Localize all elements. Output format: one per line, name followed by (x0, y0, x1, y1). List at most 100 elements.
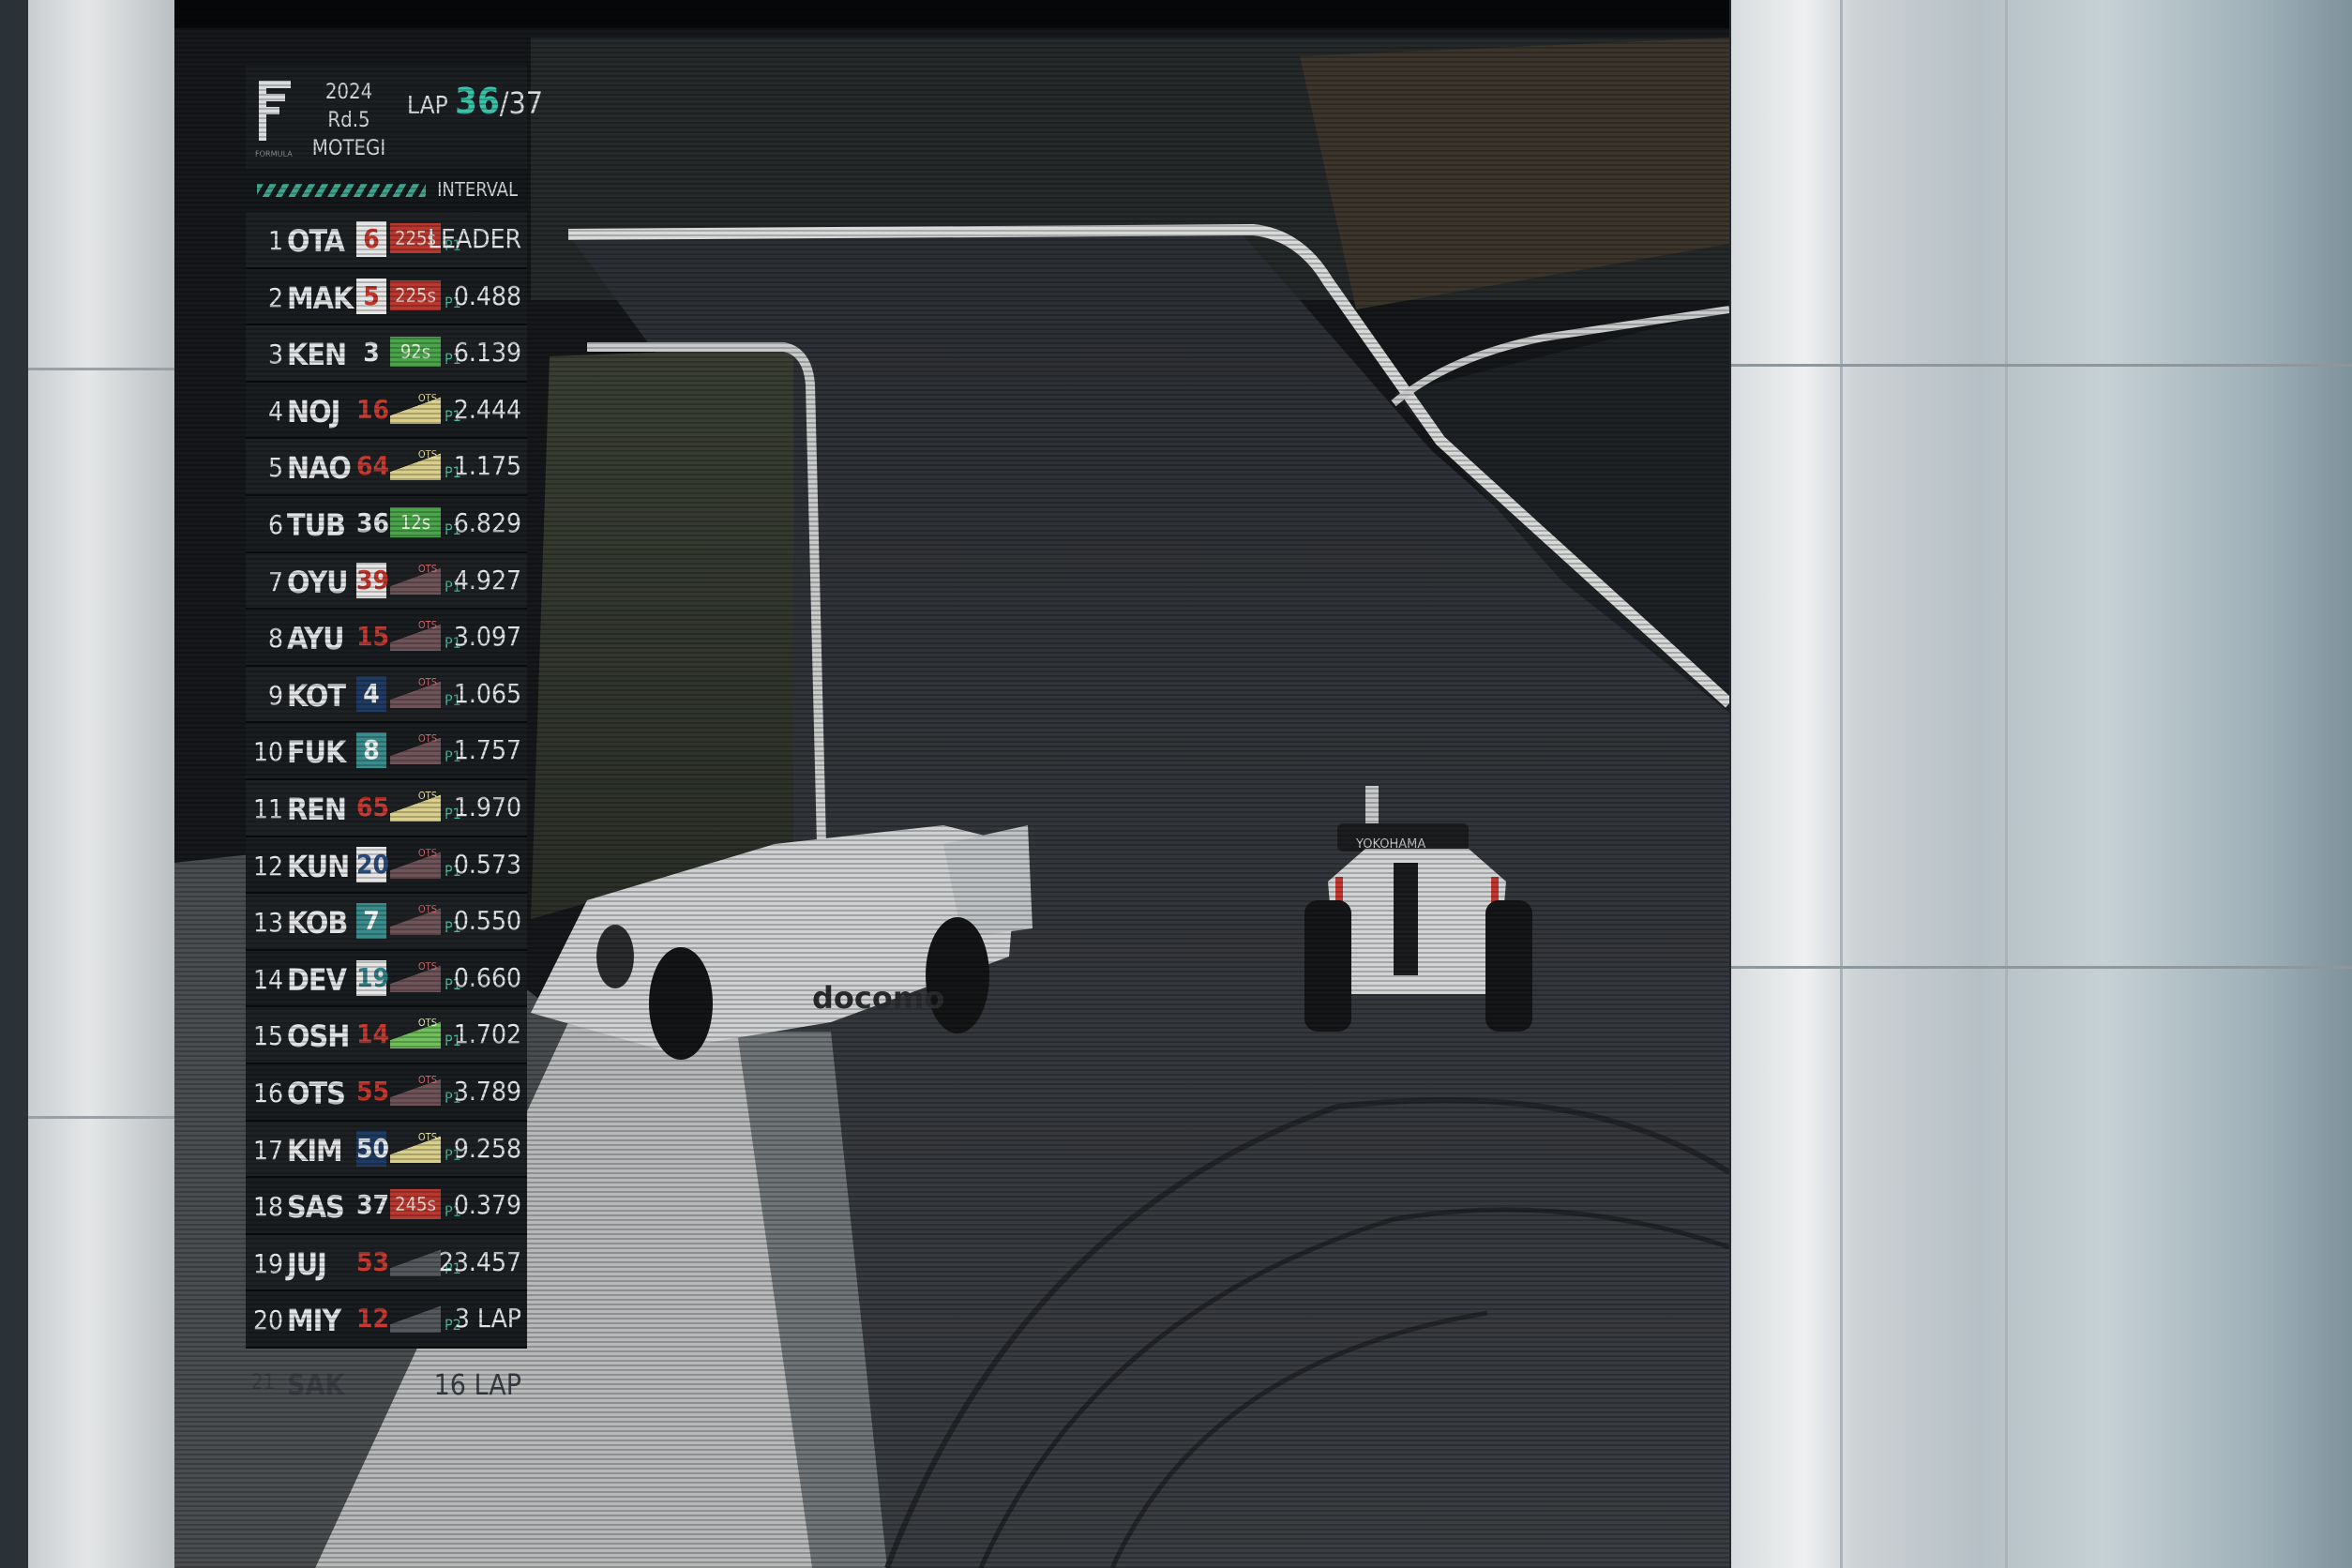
standing-row: 11 REN 65 OTS P1 1.970 (246, 779, 527, 837)
standing-row: 18 SAS 37 245s P1 0.379 (246, 1178, 527, 1235)
driver-code: SAS (287, 1189, 345, 1226)
position-number: 10 (253, 736, 284, 768)
interval-value: 6.139 (453, 337, 521, 369)
indicator-text: OTS (417, 1073, 437, 1086)
tyre-ots-indicator: OTS (390, 448, 441, 481)
interval-value: 2.444 (453, 393, 521, 425)
event-name: 2024 Rd.5 MOTEGI (302, 79, 396, 163)
indicator-text: OTS (417, 903, 437, 916)
standing-row: 8 AYU 15 OTS P1 3.097 (246, 610, 527, 667)
stripe-decoration (257, 184, 426, 197)
interval-value: 23.457 (438, 1245, 521, 1277)
standing-row: 10 FUK 8 OTS P1 1.757 (246, 723, 527, 780)
driver-code: FUK (287, 734, 346, 771)
car-number: 16 (356, 393, 390, 425)
driver-code: MAK (287, 279, 354, 316)
interval-value: 0.379 (453, 1189, 521, 1221)
interval-value: 6.829 (453, 506, 521, 538)
interval-value: 3.789 (453, 1075, 521, 1107)
driver-code: DEV (287, 961, 347, 998)
interval-value: 4.927 (453, 564, 521, 596)
standing-row: 4 NOJ 16 OTS P1 2.444 (246, 382, 527, 440)
interval-value: 1.175 (453, 450, 521, 482)
tyre-ots-indicator: OTS (390, 619, 441, 652)
tyre-ots-indicator: OTS (390, 1017, 441, 1049)
tyre-ots-indicator: 92s (390, 337, 441, 368)
indicator-text: 12s (400, 510, 431, 534)
faded-driver: SAK (287, 1369, 345, 1402)
tyre-ots-indicator: 12s (390, 506, 441, 537)
position-number: 20 (253, 1304, 284, 1336)
position-number: 3 (267, 339, 283, 370)
lap-total: 37 (508, 85, 544, 121)
standing-row: 13 KOB 7 OTS P1 0.550 (246, 894, 527, 951)
lap-current: 36 (455, 81, 500, 122)
screen-top-bezel (174, 0, 1729, 28)
driver-code: KOB (287, 905, 348, 942)
indicator-text: 92s (400, 340, 431, 364)
logo-caption: FORMULA (255, 150, 293, 159)
position-number: 9 (267, 679, 283, 711)
position-number: 6 (267, 508, 283, 540)
lap-counter: LAP 36/37 (407, 81, 543, 122)
indicator-text: 225s (395, 283, 436, 307)
position-number: 19 (253, 1247, 284, 1279)
indicator-text: OTS (417, 959, 437, 972)
driver-code: OTS (287, 1075, 346, 1111)
indicator-text: OTS (417, 1017, 437, 1030)
faded-pos: 21 (251, 1371, 276, 1395)
interval-value: 0.573 (453, 848, 521, 880)
car-number: 3 (363, 337, 380, 369)
position-number: 8 (267, 623, 283, 655)
tyre-ots-indicator: OTS (390, 846, 441, 879)
indicator-text: OTS (417, 846, 437, 859)
interval-value: 1.970 (453, 791, 521, 822)
tyre-ots-indicator: OTS (390, 1073, 441, 1106)
tyre-ots-indicator: OTS (390, 732, 441, 765)
driver-code: KUN (287, 848, 350, 884)
car-number: 5 (356, 278, 386, 314)
driver-code: KOT (287, 677, 346, 714)
timing-tower: FORMULA 2024 Rd.5 MOTEGI LAP 36/37 INTER… (246, 66, 543, 1407)
yokohama-wing-text: YOKOHAMA (1355, 837, 1425, 852)
tower-header: FORMULA 2024 Rd.5 MOTEGI LAP 36/37 (246, 66, 543, 169)
faded-row: 21 SAK 16 LAP (246, 1365, 527, 1407)
standing-row: 20 MIY 12 P2 3 LAP (246, 1291, 527, 1349)
car-number: 50 (356, 1130, 389, 1167)
position-number: 12 (253, 850, 284, 882)
standing-row: 5 NAO 64 OTS P1 1.175 (246, 439, 527, 496)
right-wall-pillar (1731, 0, 2352, 1568)
indicator-text: 245s (395, 1193, 436, 1216)
tyre-ots-indicator: OTS (390, 392, 441, 424)
driver-code: OSH (287, 1018, 350, 1055)
driver-code: TUB (287, 506, 346, 543)
driver-code: OYU (287, 564, 349, 600)
car-number: 53 (356, 1245, 390, 1277)
interval-value: 0.660 (453, 961, 521, 993)
lap-separator: / (499, 85, 509, 121)
standing-row: 19 JUJ 53 P1 23.457 (246, 1234, 527, 1292)
driver-code: REN (287, 791, 347, 827)
driver-code: MIY (287, 1303, 341, 1339)
car-number: 64 (356, 450, 390, 482)
interval-value: 9.258 (453, 1132, 521, 1164)
indicator-text: OTS (417, 619, 437, 632)
tyre-ots-indicator: 225s (390, 279, 441, 310)
interval-value: 1.065 (453, 677, 521, 709)
standing-row: 12 KUN 20 OTS P1 0.573 (246, 837, 527, 895)
driver-code: NOJ (287, 393, 340, 430)
tyre-ots-indicator (390, 1303, 441, 1334)
faded-interval: 16 LAP (433, 1369, 521, 1402)
position-number: 5 (267, 452, 283, 484)
position-number: 2 (267, 281, 283, 313)
left-wall-pillar (28, 0, 178, 1568)
standing-row: 6 TUB 36 12s P1 6.829 (246, 495, 527, 553)
position-number: 7 (267, 565, 283, 597)
car-number: 14 (356, 1018, 390, 1050)
standing-row: 2 MAK 5 225s P1 0.488 (246, 268, 527, 326)
tyre-ots-indicator: OTS (390, 676, 441, 708)
position-number: 18 (253, 1191, 284, 1223)
standing-row: 3 KEN 3 92s P1 6.139 (246, 325, 527, 383)
indicator-text: OTS (417, 789, 437, 802)
interval-value: LEADER (428, 223, 521, 254)
